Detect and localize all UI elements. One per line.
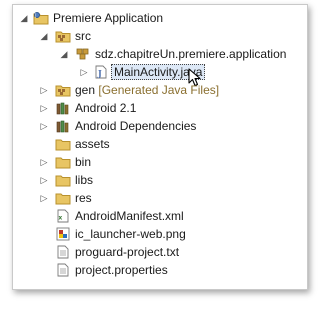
tree-item-main-activity[interactable]: ▷ J MainActivity.java [13,63,307,87]
xml-file-icon: x [57,209,69,223]
twisty-collapsed-icon[interactable]: ▷ [39,81,49,99]
android-project-icon: J [33,12,49,25]
svg-text:J: J [97,68,102,78]
src-label: src [75,29,91,43]
package-explorer-panel: ◢ J Premiere Application ◢ src ◢ sdz.cha… [12,4,308,290]
text-file-icon [57,245,69,259]
tree-item-launcher-image[interactable]: ic_launcher-web.png [13,225,307,243]
twisty-collapsed-icon[interactable]: ▷ [39,99,49,117]
android-label: Android 2.1 [75,101,137,115]
tree-item-proguard[interactable]: proguard-project.txt [13,243,307,261]
tree-item-assets[interactable]: assets [13,135,307,153]
twisty-expanded-icon[interactable]: ◢ [39,27,49,45]
assets-label: assets [75,137,110,151]
folder-icon [55,157,71,169]
proguard-label: proguard-project.txt [75,245,180,259]
twisty-expanded-icon[interactable]: ◢ [19,9,29,27]
project-label: Premiere Application [53,11,164,25]
twisty-collapsed-icon[interactable]: ▷ [39,153,49,171]
image-file-icon [56,227,70,241]
gen-name: gen [75,83,96,97]
tree-item-src[interactable]: ◢ src [13,27,307,45]
tree-item-libs[interactable]: ▷ libs [13,171,307,189]
android-dependencies-label: Android Dependencies [75,119,197,133]
twisty-collapsed-icon[interactable]: ▷ [79,63,89,81]
tree-item-package[interactable]: ◢ sdz.chapitreUn.premiere.application [13,45,307,63]
bin-label: bin [75,155,92,169]
libs-label: libs [75,173,94,187]
package-icon [76,48,89,60]
gen-label: gen [Generated Java Files] [75,81,219,99]
folder-icon [55,193,71,205]
library-icon [56,120,69,133]
tree-item-manifest[interactable]: x AndroidManifest.xml [13,207,307,225]
folder-icon [55,175,71,187]
tree-item-gen[interactable]: ▷ gen [Generated Java Files] [13,81,307,99]
res-label: res [75,191,92,205]
source-folder-icon [55,85,71,97]
tree-item-android-dependencies[interactable]: ▷ Android Dependencies [13,117,307,135]
launcher-label: ic_launcher-web.png [75,227,186,241]
source-folder-icon [55,31,71,43]
folder-icon [55,139,71,151]
twisty-collapsed-icon[interactable]: ▷ [39,117,49,135]
library-icon [56,102,69,115]
gen-decoration: [Generated Java Files] [98,83,220,97]
svg-text:x: x [58,215,62,222]
java-file-icon: J [95,65,107,79]
tree-item-res[interactable]: ▷ res [13,189,307,207]
manifest-label: AndroidManifest.xml [75,209,184,223]
tree-item-project[interactable]: ◢ J Premiere Application [13,9,307,27]
properties-label: project.properties [75,263,168,277]
package-label: sdz.chapitreUn.premiere.application [95,47,287,61]
tree-item-properties[interactable]: project.properties [13,261,307,279]
twisty-collapsed-icon[interactable]: ▷ [39,189,49,207]
twisty-expanded-icon[interactable]: ◢ [59,45,69,63]
twisty-collapsed-icon[interactable]: ▷ [39,171,49,189]
svg-text:J: J [34,13,36,18]
tree-item-android-library[interactable]: ▷ Android 2.1 [13,99,307,117]
tree-item-bin[interactable]: ▷ bin [13,153,307,171]
project-tree: ◢ J Premiere Application ◢ src ◢ sdz.cha… [13,9,307,279]
text-file-icon [57,263,69,277]
